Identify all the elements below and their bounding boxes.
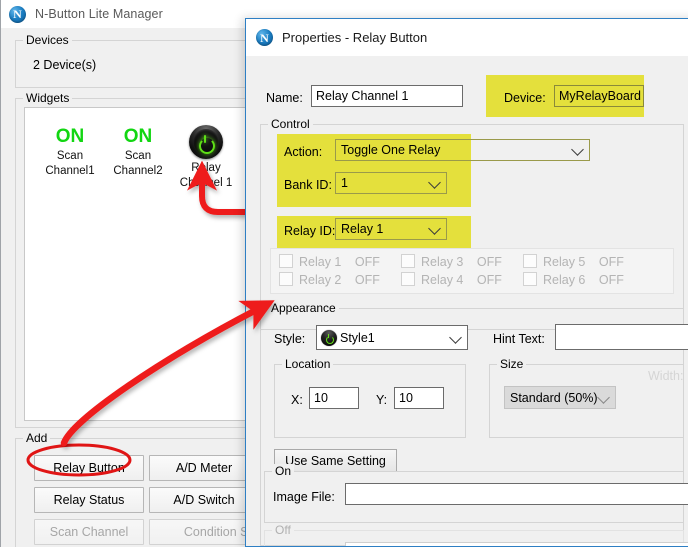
- add-relay-button[interactable]: Relay Button: [34, 455, 144, 481]
- relay-state-6: OFF: [599, 273, 624, 287]
- add-scan-channel-button: Scan Channel: [34, 519, 144, 545]
- dialog-titlebar: N Properties - Relay Button: [246, 19, 688, 56]
- relay-checkbox-row-4: Relay 4 OFF: [401, 272, 502, 287]
- add-group-label: Add: [23, 431, 50, 445]
- dialog-body: Name: Relay Channel 1 Device: MyRelayBoa…: [246, 56, 688, 546]
- widget-scan-channel1[interactable]: ON Scan Channel1: [33, 126, 107, 178]
- relay-checkbox-5[interactable]: [523, 254, 537, 268]
- y-input[interactable]: 10: [394, 387, 444, 409]
- relay-state-4: OFF: [477, 273, 502, 287]
- add-condition-status-button: Condition St: [149, 519, 259, 545]
- chevron-down-icon: [449, 331, 462, 344]
- hint-text-input[interactable]: [555, 324, 688, 350]
- on-image-file-input[interactable]: [345, 483, 688, 505]
- widget-label-line1: Scan: [101, 150, 175, 163]
- width-ghost-label: Width:: [648, 369, 683, 383]
- relay-state-2: OFF: [355, 273, 380, 287]
- devices-group-label: Devices: [23, 33, 72, 47]
- off-group-label: Off: [272, 523, 294, 537]
- widget-state-text: ON: [101, 126, 175, 148]
- size-value: Standard (50%): [510, 391, 598, 405]
- device-value: MyRelayBoard: [554, 85, 644, 107]
- relay-label-3: Relay 3: [421, 255, 463, 269]
- style-combobox[interactable]: Style1: [316, 325, 468, 350]
- action-combobox[interactable]: Toggle One Relay: [335, 139, 590, 161]
- power-button-icon[interactable]: [189, 125, 223, 159]
- widget-label-line2: Channel 1: [169, 177, 243, 190]
- action-value: Toggle One Relay: [341, 143, 440, 157]
- on-group-label: On: [272, 464, 294, 478]
- properties-dialog: N Properties - Relay Button Name: Relay …: [245, 18, 688, 547]
- chevron-down-icon: [428, 176, 441, 189]
- size-group-label: Size: [497, 357, 526, 371]
- widget-label-line2: Channel1: [33, 165, 107, 178]
- bank-id-label: Bank ID:: [284, 178, 332, 192]
- name-input[interactable]: Relay Channel 1: [311, 85, 463, 107]
- relay-checkbox-row-1: Relay 1 OFF: [279, 254, 380, 269]
- relay-state-5: OFF: [599, 255, 624, 269]
- widgets-group-label: Widgets: [23, 91, 72, 105]
- hint-text-label: Hint Text:: [493, 332, 545, 346]
- widget-state-text: ON: [33, 126, 107, 148]
- dialog-title: Properties - Relay Button: [282, 30, 427, 45]
- widget-scan-channel2[interactable]: ON Scan Channel2: [101, 126, 175, 178]
- widget-relay-channel-1[interactable]: Relay Channel 1: [169, 125, 243, 190]
- relay-label-1: Relay 1: [299, 255, 341, 269]
- chevron-down-icon: [428, 222, 441, 235]
- chevron-down-icon: [571, 143, 584, 156]
- relay-id-combobox[interactable]: Relay 1: [335, 218, 447, 240]
- relay-id-label: Relay ID:: [284, 224, 335, 238]
- main-window-title: N-Button Lite Manager: [35, 7, 163, 21]
- bank-id-value: 1: [341, 176, 348, 190]
- size-combobox[interactable]: Standard (50%): [504, 386, 616, 409]
- style-value: Style1: [340, 331, 375, 345]
- power-button-icon: [321, 330, 337, 346]
- control-group-label: Control: [268, 117, 313, 131]
- n-logo-icon: N: [9, 6, 26, 23]
- device-label: Device:: [504, 91, 546, 105]
- y-label: Y:: [376, 393, 387, 407]
- relay-state-3: OFF: [477, 255, 502, 269]
- relay-checkbox-row-5: Relay 5 OFF: [523, 254, 624, 269]
- devices-count-text: 2 Device(s): [33, 58, 96, 72]
- location-group-label: Location: [282, 357, 333, 371]
- action-label: Action:: [284, 145, 322, 159]
- add-ad-meter-button[interactable]: A/D Meter: [149, 455, 259, 481]
- relay-checkbox-6[interactable]: [523, 272, 537, 286]
- relay-checkbox-4[interactable]: [401, 272, 415, 286]
- widget-label-line2: Channel2: [101, 165, 175, 178]
- relay-label-4: Relay 4: [421, 273, 463, 287]
- style-label: Style:: [274, 332, 305, 346]
- relay-checkbox-row-2: Relay 2 OFF: [279, 272, 380, 287]
- relay-checkbox-row-3: Relay 3 OFF: [401, 254, 502, 269]
- add-relay-status-button[interactable]: Relay Status: [34, 487, 144, 513]
- relay-checkbox-row-6: Relay 6 OFF: [523, 272, 624, 287]
- bank-id-combobox[interactable]: 1: [335, 172, 447, 194]
- x-input[interactable]: 10: [309, 387, 359, 409]
- relay-checkbox-2[interactable]: [279, 272, 293, 286]
- relay-label-6: Relay 6: [543, 273, 585, 287]
- on-image-file-label: Image File:: [273, 490, 335, 504]
- relay-checkbox-1[interactable]: [279, 254, 293, 268]
- widgets-canvas[interactable]: ON Scan Channel1 ON Scan Channel2: [24, 107, 246, 421]
- relay-state-1: OFF: [355, 255, 380, 269]
- widget-label-line1: Scan: [33, 150, 107, 163]
- off-image-file-input: [345, 542, 688, 547]
- widget-label-line1: Relay: [169, 162, 243, 175]
- relay-label-5: Relay 5: [543, 255, 585, 269]
- relay-checkbox-3[interactable]: [401, 254, 415, 268]
- relay-label-2: Relay 2: [299, 273, 341, 287]
- x-label: X:: [291, 393, 303, 407]
- name-label: Name:: [266, 91, 303, 105]
- chevron-down-icon: [597, 391, 610, 404]
- relay-id-value: Relay 1: [341, 222, 383, 236]
- n-logo-icon: N: [256, 29, 273, 46]
- add-ad-switch-button[interactable]: A/D Switch: [149, 487, 259, 513]
- appearance-group-label: Appearance: [268, 301, 339, 315]
